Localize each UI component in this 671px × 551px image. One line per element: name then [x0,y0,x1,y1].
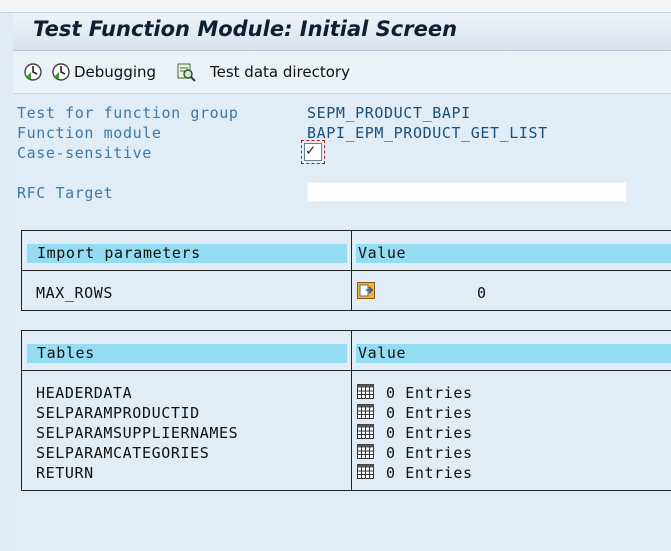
case-sensitive-checkbox[interactable] [304,141,322,161]
table-row-value: 0 Entries [386,424,473,442]
execute-button[interactable] [23,61,43,83]
column-divider [351,331,352,490]
function-module-label: Function module [17,124,162,142]
function-module-value[interactable]: BAPI_EPM_PRODUCT_GET_LIST [307,124,548,142]
table-grid-icon[interactable] [357,444,374,459]
table-row-value: 0 Entries [386,444,473,462]
table-row-value: 0 Entries [386,384,473,402]
table-row-name: SELPARAMSUPPLIERNAMES [36,424,239,442]
execute-clock-icon [24,63,42,81]
import-parameters-panel: Import parameters Value MAX_ROWS 0 [21,230,671,311]
table-row-name: SELPARAMPRODUCTID [36,404,200,422]
debug-clock-icon [52,63,70,81]
title-bar: Test Function Module: Initial Screen [13,13,671,51]
application-toolbar: Debugging Test data directory [13,51,671,94]
param-value-max-rows[interactable]: 0 [477,284,487,302]
table-row-name: HEADERDATA [36,384,133,402]
table-grid-icon[interactable] [357,464,374,479]
magnifier-list-icon [177,63,196,82]
window-top-strip [0,0,671,13]
page-title: Test Function Module: Initial Screen [33,17,458,41]
table-grid-icon[interactable] [357,384,374,399]
rfc-target-input[interactable] [307,182,627,202]
tables-value-header: Value [356,344,671,363]
table-grid-icon[interactable] [357,404,374,419]
row-divider [22,370,671,371]
rfc-target-label: RFC Target [17,184,114,202]
function-group-label: Test for function group [17,104,239,122]
main-content: Test for function group SEPM_PRODUCT_BAP… [13,94,671,551]
function-group-value[interactable]: SEPM_PRODUCT_BAPI [307,104,471,122]
import-value-header: Value [356,244,671,263]
row-divider [22,270,671,271]
tables-header: Tables [27,344,347,363]
case-sensitive-label: Case-sensitive [17,144,152,162]
param-name-max-rows: MAX_ROWS [36,284,114,302]
table-row-name: SELPARAMCATEGORIES [36,444,210,462]
test-data-directory-label: Test data directory [210,63,350,81]
table-row-name: RETURN [36,464,94,482]
table-row-value: 0 Entries [386,464,473,482]
import-parameters-header: Import parameters [27,244,347,263]
input-help-icon[interactable] [357,282,375,299]
debugging-button[interactable]: Debugging [51,61,156,83]
tables-panel: Tables Value HEADERDATA 0 Entries SELPAR… [21,330,671,491]
test-data-directory-button[interactable]: Test data directory [176,61,350,83]
table-row-value: 0 Entries [386,404,473,422]
debugging-label: Debugging [74,63,157,81]
table-grid-icon[interactable] [357,424,374,439]
